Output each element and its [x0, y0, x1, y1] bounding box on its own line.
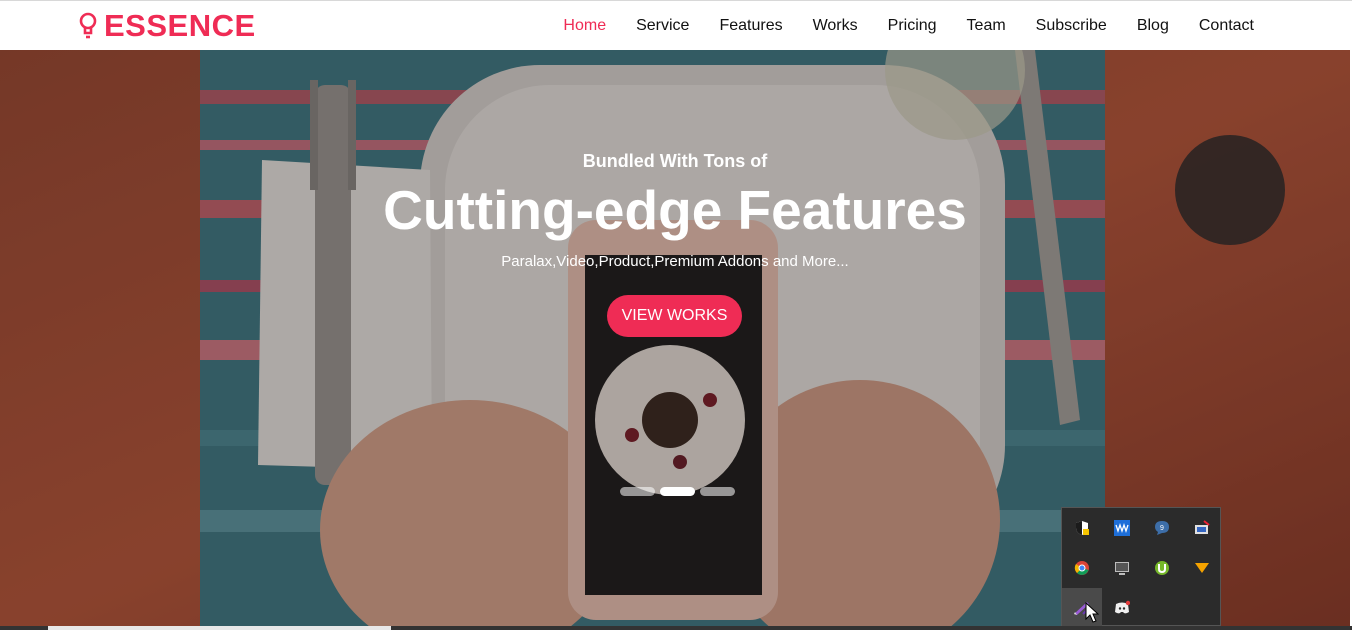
utorrent-icon[interactable] [1142, 548, 1182, 588]
nav-works[interactable]: Works [813, 17, 858, 35]
system-tray-overflow: 9 [1061, 507, 1222, 628]
main-nav: Home Service Features Works Pricing Team… [533, 1, 1254, 51]
nav-service[interactable]: Service [636, 17, 689, 35]
brand-name: ESSENCE [104, 8, 256, 43]
hero-title: Cutting-edge Features [383, 179, 967, 241]
nav-home[interactable]: Home [563, 17, 606, 35]
hero-subtitle: Paralax,Video,Product,Premium Addons and… [501, 253, 849, 270]
nav-contact[interactable]: Contact [1199, 17, 1254, 35]
slide-dot-2[interactable] [660, 487, 695, 496]
windows-security-icon[interactable] [1062, 508, 1102, 548]
lightbulb-icon [79, 12, 97, 39]
slide-dot-3[interactable] [700, 487, 735, 496]
chat-badge-icon[interactable]: 9 [1142, 508, 1182, 548]
view-works-button[interactable]: VIEW WORKS [607, 295, 742, 337]
nav-team[interactable]: Team [967, 17, 1006, 35]
mouse-cursor-icon [1085, 602, 1099, 623]
discord-icon[interactable] [1102, 588, 1142, 628]
scrollbar-thumb[interactable] [48, 626, 391, 630]
horizontal-scrollbar[interactable] [0, 626, 1352, 630]
nav-features[interactable]: Features [719, 17, 782, 35]
hero-kicker: Bundled With Tons of [582, 151, 768, 171]
chat-badge-count: 9 [1160, 525, 1164, 532]
brand-logo[interactable]: ESSENCE [78, 9, 256, 43]
bars-app-icon[interactable] [1102, 508, 1142, 548]
vlc-icon[interactable] [1182, 548, 1222, 588]
nav-subscribe[interactable]: Subscribe [1036, 17, 1107, 35]
nav-pricing[interactable]: Pricing [888, 17, 937, 35]
top-navbar: ESSENCE Home Service Features Works Pric… [0, 0, 1352, 50]
slide-dot-1[interactable] [620, 487, 655, 496]
monitor-icon[interactable] [1102, 548, 1142, 588]
slider-pagination [620, 487, 735, 496]
chrome-icon[interactable] [1062, 548, 1102, 588]
display-app-icon[interactable] [1182, 508, 1222, 548]
nav-blog[interactable]: Blog [1137, 17, 1169, 35]
